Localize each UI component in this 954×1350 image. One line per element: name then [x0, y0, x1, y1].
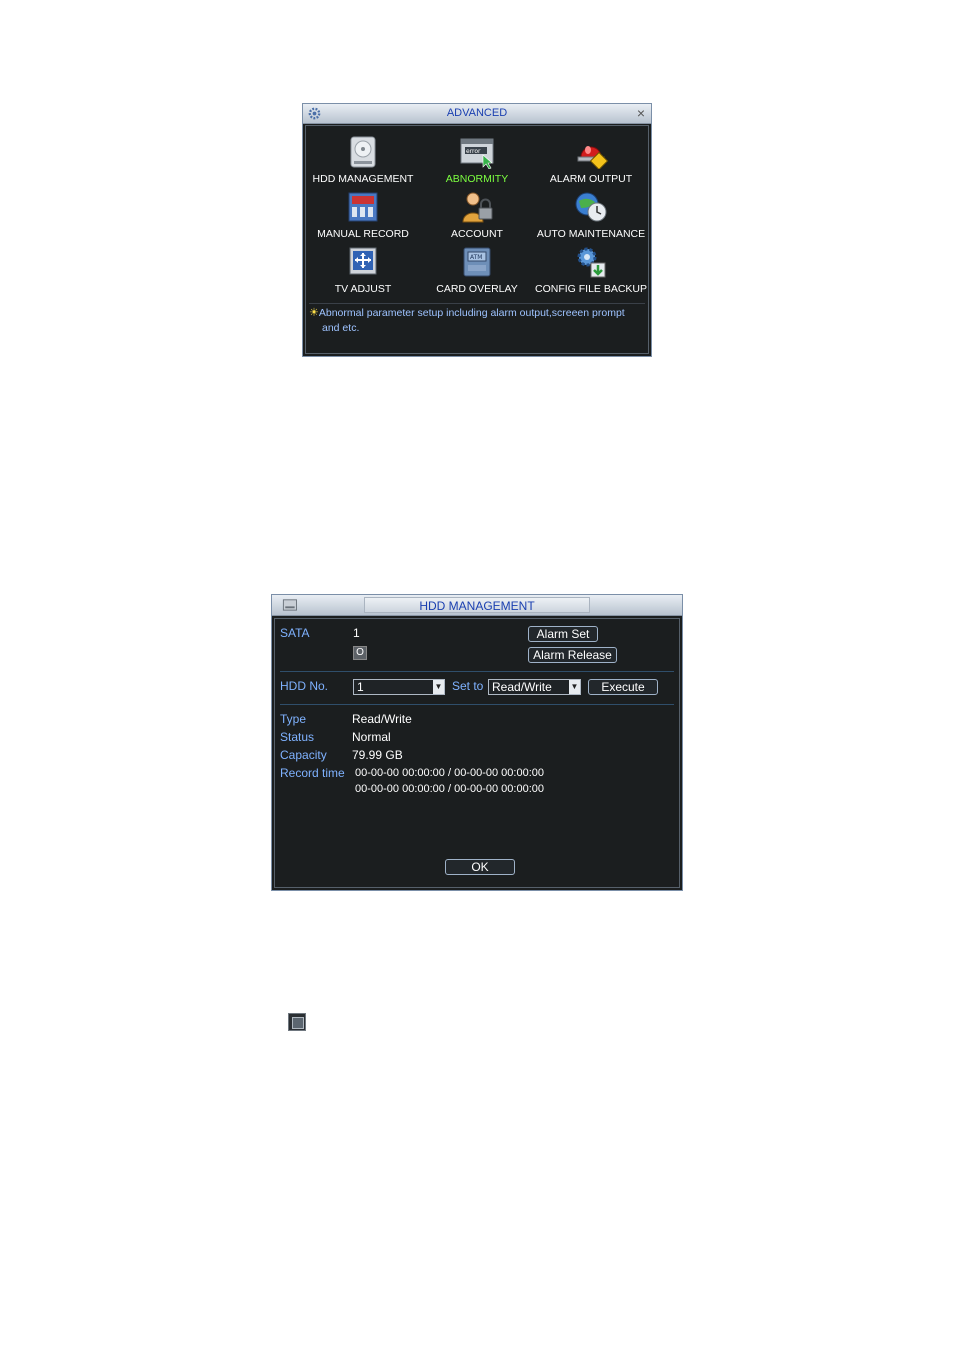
hdd-management-window: HDD MANAGEMENT SATA 1 O Alarm Set Alarm … — [271, 594, 683, 891]
hdd-no-select[interactable]: 1 ▼ — [353, 679, 445, 695]
capacity-value: 79.99 GB — [352, 748, 403, 762]
svg-text:error: error — [466, 148, 481, 155]
tile-account[interactable]: ACCOUNT — [421, 190, 533, 242]
alarm-release-button[interactable]: Alarm Release — [528, 647, 617, 663]
alarm-set-button[interactable]: Alarm Set — [528, 626, 598, 642]
divider — [280, 704, 674, 705]
status-value: Normal — [352, 730, 391, 744]
tip-line-2: and etc. — [322, 322, 360, 334]
sata-label: SATA — [280, 626, 310, 640]
lightbulb-icon: ☀ — [309, 307, 319, 319]
tile-label: CONFIG FILE BACKUP — [534, 283, 648, 295]
set-to-label: Set to — [452, 679, 484, 693]
tile-alarm-output[interactable]: ALARM OUTPUT — [535, 135, 647, 187]
tile-card-overlay[interactable]: ATM CARD OVERLAY — [421, 245, 533, 297]
svg-text:ATM: ATM — [470, 254, 482, 261]
sata-checkbox[interactable]: O — [353, 646, 367, 660]
hdd-no-label: HDD No. — [280, 679, 329, 693]
tile-abnormity[interactable]: error ABNORMITY — [421, 135, 533, 187]
sata-value: 1 — [353, 626, 360, 640]
status-label: Status — [280, 730, 315, 744]
tile-auto-maintenance[interactable]: AUTO MAINTENANCE — [535, 190, 647, 242]
divider — [280, 671, 674, 672]
tile-config-file-backup[interactable]: CONFIG FILE BACKUP — [535, 245, 647, 297]
tile-label: ACCOUNT — [451, 228, 503, 240]
hdd-icon — [350, 136, 376, 168]
chevron-down-icon[interactable]: ▼ — [569, 680, 580, 694]
record-time-value-2: 00-00-00 00:00:00 / 00-00-00 00:00:00 — [355, 783, 544, 795]
manual-record-icon — [348, 192, 378, 222]
config-backup-icon — [577, 247, 606, 278]
tile-manual-record[interactable]: MANUAL RECORD — [307, 190, 419, 242]
tile-label: MANUAL RECORD — [317, 228, 409, 240]
atm-card-icon: ATM — [463, 247, 491, 277]
hdd-titlebar[interactable]: HDD MANAGEMENT — [272, 595, 682, 616]
execute-button[interactable]: Execute — [588, 679, 658, 695]
tile-label: ABNORMITY — [445, 173, 509, 185]
record-time-label: Record time — [280, 766, 345, 780]
user-lock-icon — [462, 192, 493, 223]
tip-line-1: Abnormal parameter setup including alarm… — [318, 307, 625, 319]
record-time-value-1: 00-00-00 00:00:00 / 00-00-00 00:00:00 — [355, 767, 544, 779]
type-label: Type — [280, 712, 307, 726]
hdd-title: HDD MANAGEMENT — [419, 599, 535, 613]
tv-adjust-icon — [349, 247, 377, 275]
error-window-icon: error — [460, 138, 494, 169]
hdd-no-value: 1 — [357, 680, 364, 694]
inner-square — [292, 1017, 304, 1029]
type-value: Read/Write — [352, 712, 412, 726]
close-icon[interactable]: × — [637, 105, 645, 121]
hdd-frame — [274, 618, 680, 888]
stop-button-icon — [288, 1013, 306, 1031]
tile-label: AUTO MAINTENANCE — [536, 228, 646, 240]
tile-label: TV ADJUST — [334, 283, 392, 295]
chevron-down-icon[interactable]: ▼ — [433, 680, 444, 694]
tile-hdd-management[interactable]: HDD MANAGEMENT — [307, 135, 419, 187]
advanced-window: ADVANCED × HDD MANAGEMENT error ABNORMIT… — [302, 103, 652, 357]
set-to-select[interactable]: Read/Write ▼ — [488, 679, 581, 695]
advanced-titlebar[interactable]: ADVANCED × — [303, 104, 651, 124]
auto-maintenance-icon — [575, 192, 607, 222]
alarm-siren-icon — [577, 146, 609, 169]
capacity-label: Capacity — [280, 748, 327, 762]
tile-tv-adjust[interactable]: TV ADJUST — [307, 245, 419, 297]
tile-label: CARD OVERLAY — [436, 283, 518, 295]
ok-button[interactable]: OK — [445, 859, 515, 875]
set-to-value: Read/Write — [492, 680, 552, 694]
tip-text: ☀Abnormal parameter setup including alar… — [309, 303, 645, 336]
tile-label: HDD MANAGEMENT — [312, 173, 414, 185]
tile-label: ALARM OUTPUT — [549, 173, 633, 185]
advanced-title: ADVANCED — [446, 107, 508, 119]
